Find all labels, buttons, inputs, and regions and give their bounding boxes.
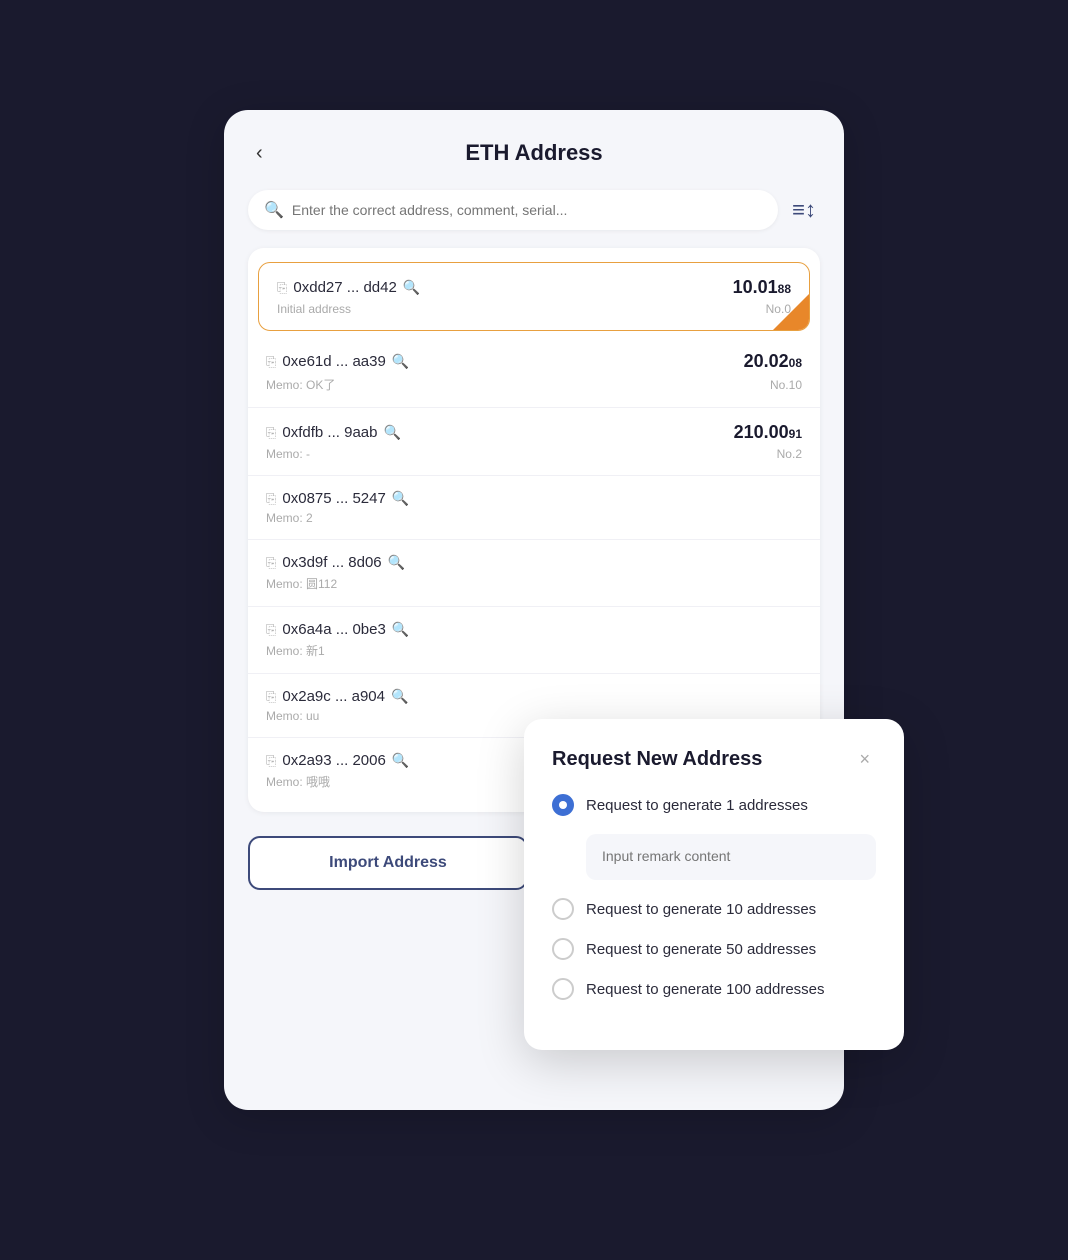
memo-text: Memo: 哦哦 [266, 773, 330, 790]
search-input-wrap: 🔍 [248, 190, 778, 230]
back-button[interactable]: ‹ [248, 138, 271, 169]
search-address-icon[interactable]: 🔍 [383, 424, 400, 441]
address-item[interactable]: ⎘ 0xdd27 ... dd42 🔍 10.0188 Initial addr… [258, 262, 810, 331]
search-icon: 🔍 [264, 200, 284, 220]
app-container: ‹ ETH Address 🔍 ≡↕ ⎘ 0xdd27 ... dd42 🔍 [194, 80, 874, 1180]
address-text: 0x2a9c ... a904 [282, 688, 385, 705]
search-address-icon[interactable]: 🔍 [392, 621, 409, 638]
amount-main: 20.02 [744, 351, 789, 372]
copy-icon[interactable]: ⎘ [266, 425, 276, 441]
radio-option-1[interactable]: Request to generate 10 addresses [552, 898, 876, 920]
radio-circle-2 [552, 938, 574, 960]
address-text: 0x3d9f ... 8d06 [282, 554, 381, 571]
radio-label-0: Request to generate 1 addresses [586, 797, 808, 814]
address-text: 0x2a93 ... 2006 [282, 752, 385, 769]
address-item[interactable]: ⎘ 0xfdfb ... 9aab 🔍 210.0091 Memo: - No.… [248, 408, 820, 476]
modal-options: Request to generate 1 addresses Request … [552, 794, 876, 1000]
address-item[interactable]: ⎘ 0x6a4a ... 0be3 🔍 Memo: 新1 [248, 607, 820, 674]
radio-option-2[interactable]: Request to generate 50 addresses [552, 938, 876, 960]
remark-input[interactable] [602, 848, 860, 864]
copy-icon[interactable]: ⎘ [266, 354, 276, 370]
address-text: 0xe61d ... aa39 [282, 353, 385, 370]
address-text: 0xdd27 ... dd42 [293, 279, 396, 296]
memo-text: Memo: OK了 [266, 376, 335, 393]
search-address-icon[interactable]: 🔍 [391, 688, 408, 705]
search-address-icon[interactable]: 🔍 [392, 752, 409, 769]
radio-circle-0 [552, 794, 574, 816]
page-title: ETH Address [465, 140, 602, 166]
address-text: 0xfdfb ... 9aab [282, 424, 377, 441]
modal-header: Request New Address × [552, 747, 876, 772]
radio-option-3[interactable]: Request to generate 100 addresses [552, 978, 876, 1000]
address-item[interactable]: ⎘ 0xe61d ... aa39 🔍 20.0208 Memo: OK了 No… [248, 337, 820, 408]
amount: 20.0208 [744, 351, 802, 372]
address-item[interactable]: ⎘ 0x0875 ... 5247 🔍 Memo: 2 [248, 476, 820, 540]
request-new-address-modal: Request New Address × Request to generat… [524, 719, 904, 1050]
radio-circle-3 [552, 978, 574, 1000]
memo-text: Memo: - [266, 447, 310, 461]
amount-dec: 88 [778, 282, 791, 296]
memo-text: Memo: uu [266, 709, 319, 723]
copy-icon[interactable]: ⎘ [266, 753, 276, 769]
amount-main: 210.00 [734, 422, 789, 443]
modal-close-button[interactable]: × [853, 747, 876, 772]
main-card: ‹ ETH Address 🔍 ≡↕ ⎘ 0xdd27 ... dd42 🔍 [224, 110, 844, 1110]
radio-label-2: Request to generate 50 addresses [586, 941, 816, 958]
search-address-icon[interactable]: 🔍 [388, 554, 405, 571]
remark-input-wrap [586, 834, 876, 880]
no-label: No.10 [770, 378, 802, 392]
amount-dec: 91 [789, 427, 802, 441]
search-address-icon[interactable]: 🔍 [403, 279, 420, 296]
address-text: 0x6a4a ... 0be3 [282, 621, 385, 638]
search-address-icon[interactable]: 🔍 [392, 353, 409, 370]
address-text: 0x0875 ... 5247 [282, 490, 385, 507]
search-bar: 🔍 ≡↕ [248, 190, 820, 230]
copy-icon[interactable]: ⎘ [266, 491, 276, 507]
copy-icon[interactable]: ⎘ [266, 622, 276, 638]
no-label: No.2 [777, 447, 802, 461]
amount-main: 10.01 [733, 277, 778, 298]
import-address-button[interactable]: Import Address [248, 836, 528, 890]
copy-icon[interactable]: ⎘ [266, 689, 276, 705]
no-label: No.0 [766, 302, 791, 316]
amount: 210.0091 [734, 422, 802, 443]
radio-option-0[interactable]: Request to generate 1 addresses [552, 794, 876, 816]
filter-icon: ≡↕ [792, 197, 816, 223]
header: ‹ ETH Address [248, 140, 820, 166]
amount-dec: 08 [789, 356, 802, 370]
address-item[interactable]: ⎘ 0x3d9f ... 8d06 🔍 Memo: 圆112 [248, 540, 820, 607]
radio-circle-1 [552, 898, 574, 920]
radio-label-1: Request to generate 10 addresses [586, 901, 816, 918]
memo-text: Memo: 新1 [266, 642, 325, 659]
memo-text: Memo: 2 [266, 511, 313, 525]
back-icon: ‹ [256, 142, 263, 164]
copy-icon[interactable]: ⎘ [277, 280, 287, 296]
copy-icon[interactable]: ⎘ [266, 555, 276, 571]
amount: 10.0188 [733, 277, 791, 298]
memo-text: Memo: 圆112 [266, 575, 337, 592]
modal-title: Request New Address [552, 748, 762, 771]
memo-text: Initial address [277, 302, 351, 316]
search-address-icon[interactable]: 🔍 [392, 490, 409, 507]
radio-label-3: Request to generate 100 addresses [586, 981, 825, 998]
search-input[interactable] [292, 202, 762, 218]
filter-button[interactable]: ≡↕ [788, 193, 820, 227]
